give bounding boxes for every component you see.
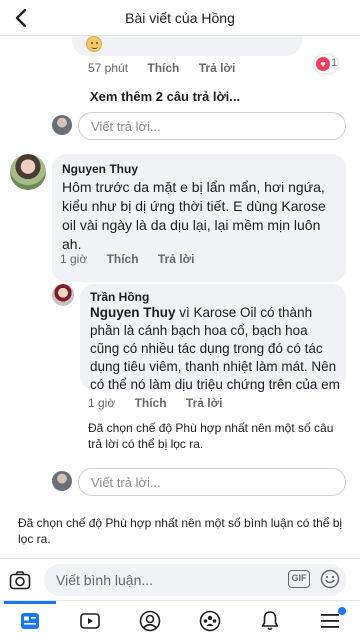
heart-icon: ♥ [316, 57, 330, 71]
tab-watch[interactable] [60, 601, 120, 640]
like-button[interactable]: Thích [147, 61, 179, 75]
comment-bubble-top [72, 36, 302, 56]
like-button[interactable]: Thích [107, 252, 139, 266]
reply-bubble: Trần Hồng Nguyen Thuy vì Karose Oil có t… [80, 284, 346, 392]
filter-notice-comments: Đã chọn chế độ Phù hợp nhất nên một số b… [18, 516, 343, 546]
notifications-icon [261, 611, 279, 631]
commenter-avatar[interactable] [10, 154, 46, 190]
tab-news-feed[interactable] [0, 601, 60, 640]
emoji-button[interactable] [320, 569, 340, 589]
tab-groups[interactable] [180, 601, 240, 640]
user-avatar [52, 115, 72, 135]
tab-notifications[interactable] [240, 601, 300, 640]
reply-time: 1 giờ [88, 396, 116, 410]
comment-input[interactable]: Viết bình luận... GIF [44, 564, 346, 596]
reply-button[interactable]: Trả lời [186, 396, 223, 410]
comment-placeholder: Viết bình luận... [56, 572, 154, 588]
bottom-tab-bar [0, 600, 360, 640]
comment-time: 1 giờ [60, 252, 88, 266]
top-bar: Bài viết của Hồng [0, 0, 360, 36]
groups-icon [199, 610, 221, 632]
like-button[interactable]: Thích [135, 396, 167, 410]
comment-main-meta: 1 giờ Thích Trả lời [60, 252, 210, 266]
reply-button[interactable]: Trả lời [199, 61, 236, 75]
mention-link[interactable]: Nguyen Thuy [90, 305, 176, 320]
comment-top-meta: 57 phút Thích Trả lời [88, 61, 251, 75]
profile-icon [139, 610, 161, 632]
reply-input[interactable]: Viết trả lời... [78, 468, 346, 496]
emoji-sticker [86, 36, 102, 52]
reply-button[interactable]: Trả lời [158, 252, 195, 266]
see-more-replies-link[interactable]: Xem thêm 2 câu trả lời... [90, 89, 240, 104]
reaction-count: ♥ 1 [314, 55, 338, 73]
comment-text: Hôm trước da mặt e bị lẩn mẩn, hơi ngứa,… [62, 179, 326, 252]
smiley-icon [320, 569, 340, 589]
reply-text: Nguyen Thuy vì Karose Oil có thành phần … [90, 304, 340, 394]
news-feed-icon [21, 613, 39, 629]
camera-icon [9, 571, 31, 590]
filter-notice-replies: Đã chọn chế độ Phù hợp nhất nên một số c… [88, 421, 334, 451]
reply-placeholder: Viết trả lời... [91, 475, 161, 490]
comment-author[interactable]: Nguyen Thuy [62, 162, 138, 176]
reply-placeholder: Viết trả lời... [91, 119, 161, 134]
tab-menu[interactable] [300, 601, 360, 640]
comment-time: 57 phút [88, 61, 129, 75]
active-tab-indicator [4, 601, 56, 604]
page-title: Bài viết của Hồng [125, 10, 235, 26]
comment-composer: Viết bình luận... GIF [0, 558, 360, 600]
comments-thread: 57 phút Thích Trả lời ♥ 1 Xem thêm 2 câu… [0, 36, 360, 558]
notification-dot [338, 607, 346, 615]
gif-button[interactable]: GIF [288, 570, 310, 588]
reply-input[interactable]: Viết trả lời... [78, 112, 346, 140]
camera-button[interactable] [8, 568, 32, 592]
reply-meta: 1 giờ Thích Trả lời [88, 396, 238, 410]
watch-icon [80, 613, 100, 629]
reply-author[interactable]: Trần Hồng [90, 290, 149, 304]
user-avatar [52, 471, 72, 491]
reply-author-avatar[interactable] [52, 284, 74, 306]
tab-profile[interactable] [120, 601, 180, 640]
